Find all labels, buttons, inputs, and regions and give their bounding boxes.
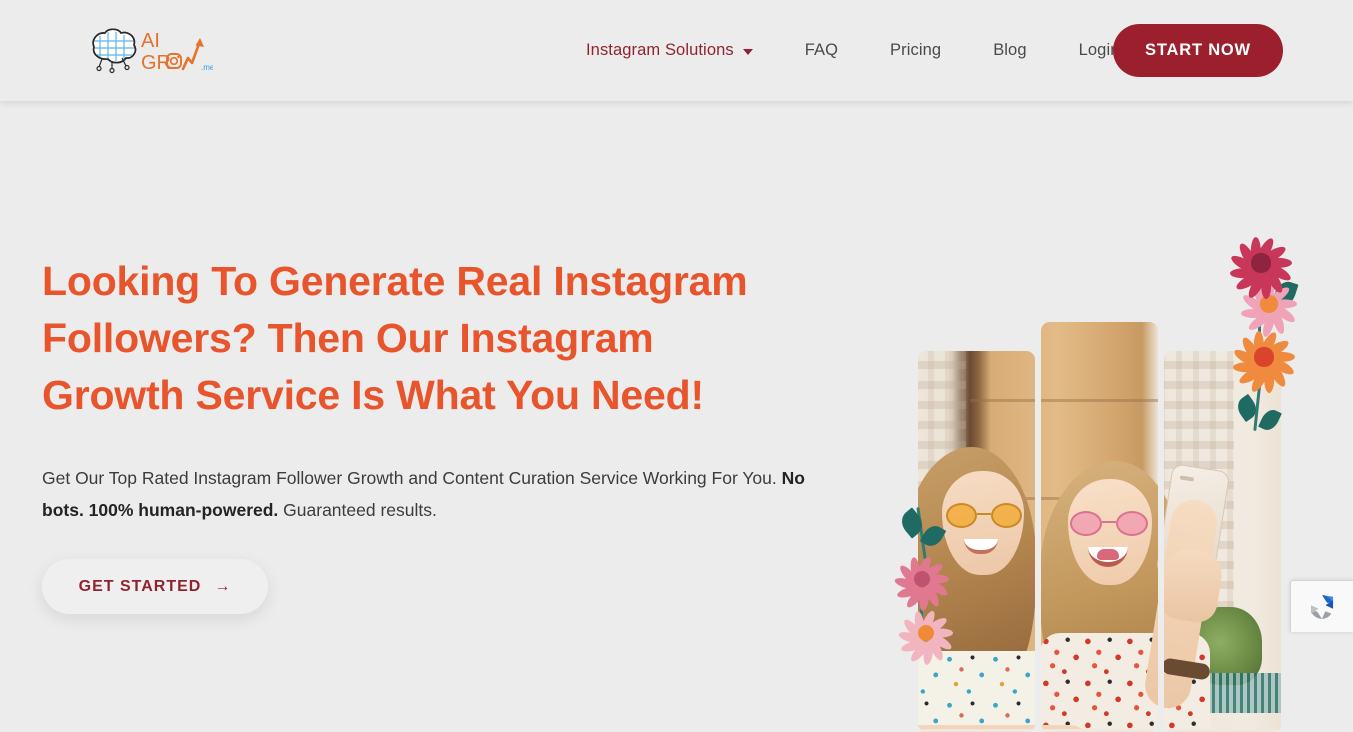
page-title: Looking To Generate Real Instagram Follo… bbox=[42, 253, 802, 424]
get-started-label: GET STARTED bbox=[79, 578, 202, 596]
brain-network-icon bbox=[93, 29, 135, 72]
hero-image bbox=[890, 211, 1310, 732]
logo-text-tld: .me bbox=[201, 63, 213, 72]
flower-pale-pink-icon bbox=[896, 603, 956, 663]
nav-item-blog[interactable]: Blog bbox=[967, 41, 1052, 60]
hero-photo-panel-center bbox=[1041, 322, 1158, 732]
logo-text-ai: AI bbox=[141, 30, 160, 52]
nav-label: Pricing bbox=[890, 41, 941, 60]
recaptcha-badge[interactable] bbox=[1290, 580, 1353, 632]
hero-subtext: Get Our Top Rated Instagram Follower Gro… bbox=[42, 462, 842, 526]
hero-copy: Looking To Generate Real Instagram Follo… bbox=[42, 253, 842, 614]
start-now-button[interactable]: START NOW bbox=[1113, 24, 1283, 77]
nav-label: FAQ bbox=[805, 41, 838, 60]
flower-rose-icon bbox=[892, 549, 952, 609]
subtext-part-1: Get Our Top Rated Instagram Follower Gro… bbox=[42, 468, 782, 488]
main-navigation: Instagram Solutions FAQ Pricing Blog Log… bbox=[560, 0, 1146, 101]
flower-orange-icon bbox=[1230, 323, 1298, 391]
logo-ai-grow[interactable]: AI GR .me bbox=[88, 25, 213, 75]
hero-section: Looking To Generate Real Instagram Follo… bbox=[0, 101, 1353, 632]
arrow-right-icon: → bbox=[214, 578, 231, 596]
nav-label: Blog bbox=[993, 41, 1026, 60]
selfie-scene bbox=[1041, 322, 1158, 732]
site-header: AI GR .me Instagram Solutions FAQ Pricin… bbox=[0, 0, 1353, 101]
chevron-down-icon bbox=[743, 49, 753, 55]
nav-item-instagram-solutions[interactable]: Instagram Solutions bbox=[560, 41, 779, 60]
nav-item-pricing[interactable]: Pricing bbox=[864, 41, 967, 60]
get-started-button[interactable]: GET STARTED → bbox=[42, 559, 268, 614]
subtext-part-2: Guaranteed results. bbox=[278, 500, 437, 520]
nav-label: Instagram Solutions bbox=[586, 41, 734, 60]
selfie-scene bbox=[1164, 351, 1281, 732]
nav-item-faq[interactable]: FAQ bbox=[779, 41, 864, 60]
recaptcha-badge-icon bbox=[1305, 590, 1339, 624]
hero-photo-panel-right bbox=[1164, 351, 1281, 732]
flower-crimson-icon bbox=[1227, 229, 1295, 297]
